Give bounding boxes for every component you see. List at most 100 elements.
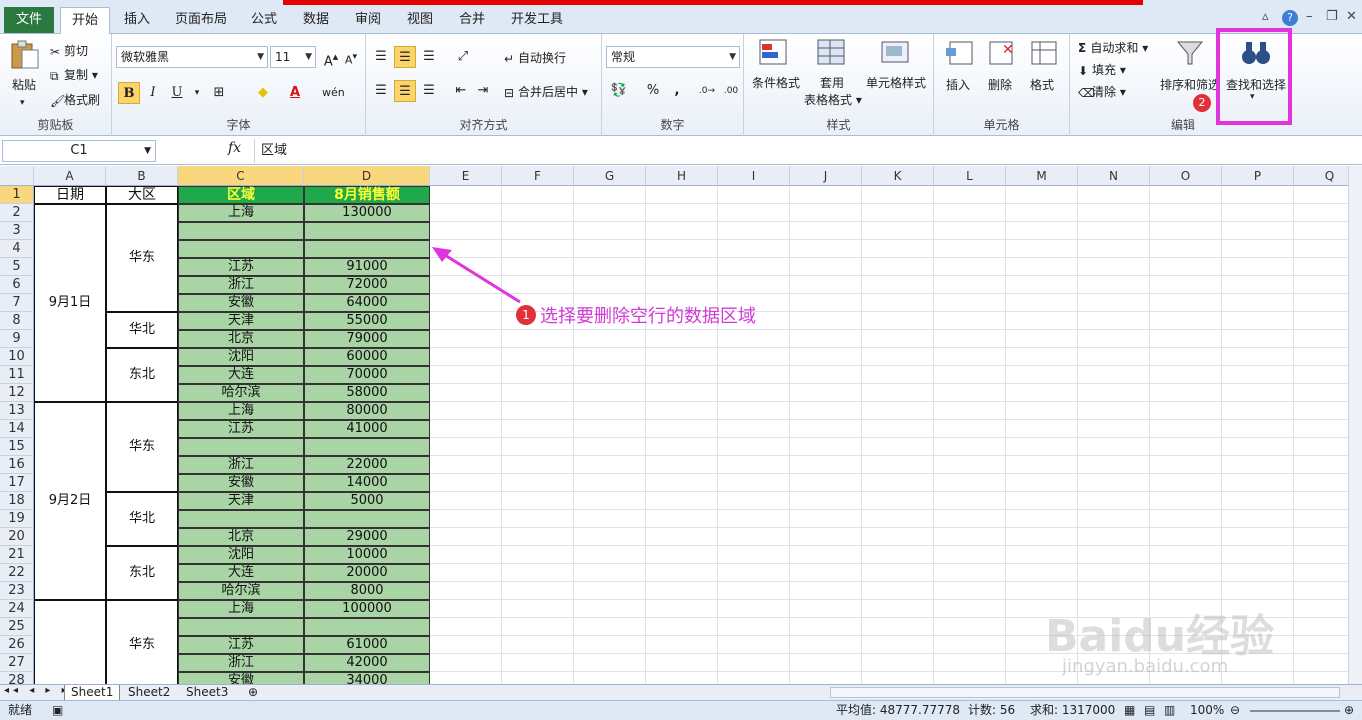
region-cell[interactable]: 江苏 [178,258,304,276]
page-layout-view-icon[interactable]: ▤ [1144,701,1155,720]
sales-cell[interactable]: 130000 [304,204,430,222]
column-header[interactable]: J [790,166,862,186]
cell-style-button[interactable]: 单元格样式 [866,74,926,91]
table-format-label-1[interactable]: 套用 [820,74,844,91]
row-header[interactable]: 5 [0,258,34,276]
underline-button[interactable]: U [166,82,188,104]
region-cell[interactable]: 天津 [178,492,304,510]
increase-decimal-icon[interactable]: .0→ [696,80,718,102]
tab-merge[interactable]: 合并 [448,7,496,33]
row-header[interactable]: 9 [0,330,34,348]
row-header[interactable]: 28 [0,672,34,684]
region-cell[interactable]: 浙江 [178,276,304,294]
column-header[interactable]: E [430,166,502,186]
row-header[interactable]: 11 [0,366,34,384]
sales-cell[interactable]: 41000 [304,420,430,438]
column-header[interactable]: P [1222,166,1294,186]
help-icon[interactable]: ? [1282,10,1298,26]
new-sheet-icon[interactable]: ⊕ [242,685,264,700]
sales-cell[interactable]: 58000 [304,384,430,402]
row-header[interactable]: 18 [0,492,34,510]
insert-function-icon[interactable]: fx [228,140,241,156]
sales-cell[interactable]: 22000 [304,456,430,474]
column-header[interactable]: C [178,166,304,186]
region-cell[interactable] [178,240,304,258]
date-cell[interactable]: 9月2日 [34,402,106,600]
row-header[interactable]: 6 [0,276,34,294]
sales-cell[interactable]: 8000 [304,582,430,600]
formula-input[interactable]: 区域 [254,139,1349,163]
fill-color-icon[interactable]: ◆ [252,82,274,104]
sales-cell[interactable]: 72000 [304,276,430,294]
sales-cell[interactable] [304,510,430,528]
region-cell[interactable]: 安徽 [178,294,304,312]
region-big-cell[interactable]: 华北 [106,492,178,546]
underline-dropdown-icon[interactable]: ▾ [186,82,208,104]
zoom-level[interactable]: 100% [1190,701,1224,720]
row-header[interactable]: 13 [0,402,34,420]
column-header[interactable]: D [304,166,430,186]
row-header[interactable]: 1 [0,186,34,204]
align-bottom-icon[interactable]: ☰ [418,46,440,68]
column-header[interactable]: A [34,166,106,186]
sales-cell[interactable] [304,222,430,240]
format-painter-button[interactable]: 🖌格式刷 [50,91,100,108]
sales-cell[interactable] [304,438,430,456]
region-cell[interactable]: 沈阳 [178,546,304,564]
tab-file[interactable]: 文件 [4,7,54,33]
font-name-combo[interactable]: 微软雅黑 ▼ [116,46,268,68]
conditional-format-button[interactable]: 条件格式 [752,74,800,91]
sales-cell[interactable]: 100000 [304,600,430,618]
sheet-tab-2[interactable]: Sheet2 [122,685,176,700]
vertical-scrollbar[interactable] [1348,166,1362,684]
sales-cell[interactable]: 29000 [304,528,430,546]
region-cell[interactable]: 哈尔滨 [178,384,304,402]
column-header[interactable]: G [574,166,646,186]
region-cell[interactable]: 浙江 [178,654,304,672]
row-header[interactable]: 24 [0,600,34,618]
row-header[interactable]: 22 [0,564,34,582]
header-region[interactable]: 区域 [178,186,304,204]
region-cell[interactable]: 江苏 [178,420,304,438]
column-header[interactable]: M [1006,166,1078,186]
orientation-icon[interactable]: ⤢ [452,46,474,68]
region-big-cell[interactable]: 华北 [106,312,178,348]
sales-cell[interactable]: 64000 [304,294,430,312]
align-middle-icon[interactable]: ☰ [394,46,416,68]
tab-insert[interactable]: 插入 [114,7,160,33]
number-format-combo[interactable]: 常规 ▼ [606,46,740,68]
zoom-in-icon[interactable]: ⊕ [1344,701,1354,720]
sales-cell[interactable]: 10000 [304,546,430,564]
close-icon[interactable]: ✕ [1346,9,1357,24]
sales-cell[interactable]: 42000 [304,654,430,672]
region-cell[interactable]: 大连 [178,366,304,384]
horizontal-scrollbar[interactable] [830,687,1340,698]
row-header[interactable]: 19 [0,510,34,528]
region-cell[interactable]: 安徽 [178,474,304,492]
phonetic-icon[interactable]: wén [322,82,345,104]
paste-dropdown-icon[interactable]: ▾ [20,98,25,108]
percent-button[interactable]: % [642,80,664,102]
date-cell[interactable]: 9月1日 [34,204,106,402]
sort-filter-button[interactable]: 排序和筛选 [1160,76,1220,93]
region-big-cell[interactable]: 华东 [106,600,178,684]
region-cell[interactable]: 上海 [178,204,304,222]
decrease-indent-icon[interactable]: ⇤ [450,80,472,102]
sales-cell[interactable]: 14000 [304,474,430,492]
row-header[interactable]: 20 [0,528,34,546]
row-header[interactable]: 8 [0,312,34,330]
minimize-icon[interactable]: – [1306,9,1313,24]
italic-button[interactable]: I [142,82,164,104]
row-header[interactable]: 7 [0,294,34,312]
ribbon-minimize-icon[interactable]: ▵ [1262,9,1269,24]
row-header[interactable]: 12 [0,384,34,402]
row-header[interactable]: 2 [0,204,34,222]
tab-review[interactable]: 审阅 [344,7,392,33]
row-header[interactable]: 15 [0,438,34,456]
borders-icon[interactable]: ⊞ [208,82,230,104]
sales-cell[interactable] [304,618,430,636]
merge-center-button[interactable]: ⊟ 合并后居中 ▾ [504,83,588,100]
name-box[interactable]: C1 ▼ [2,140,156,162]
align-center-icon[interactable]: ☰ [394,80,416,102]
region-cell[interactable] [178,618,304,636]
